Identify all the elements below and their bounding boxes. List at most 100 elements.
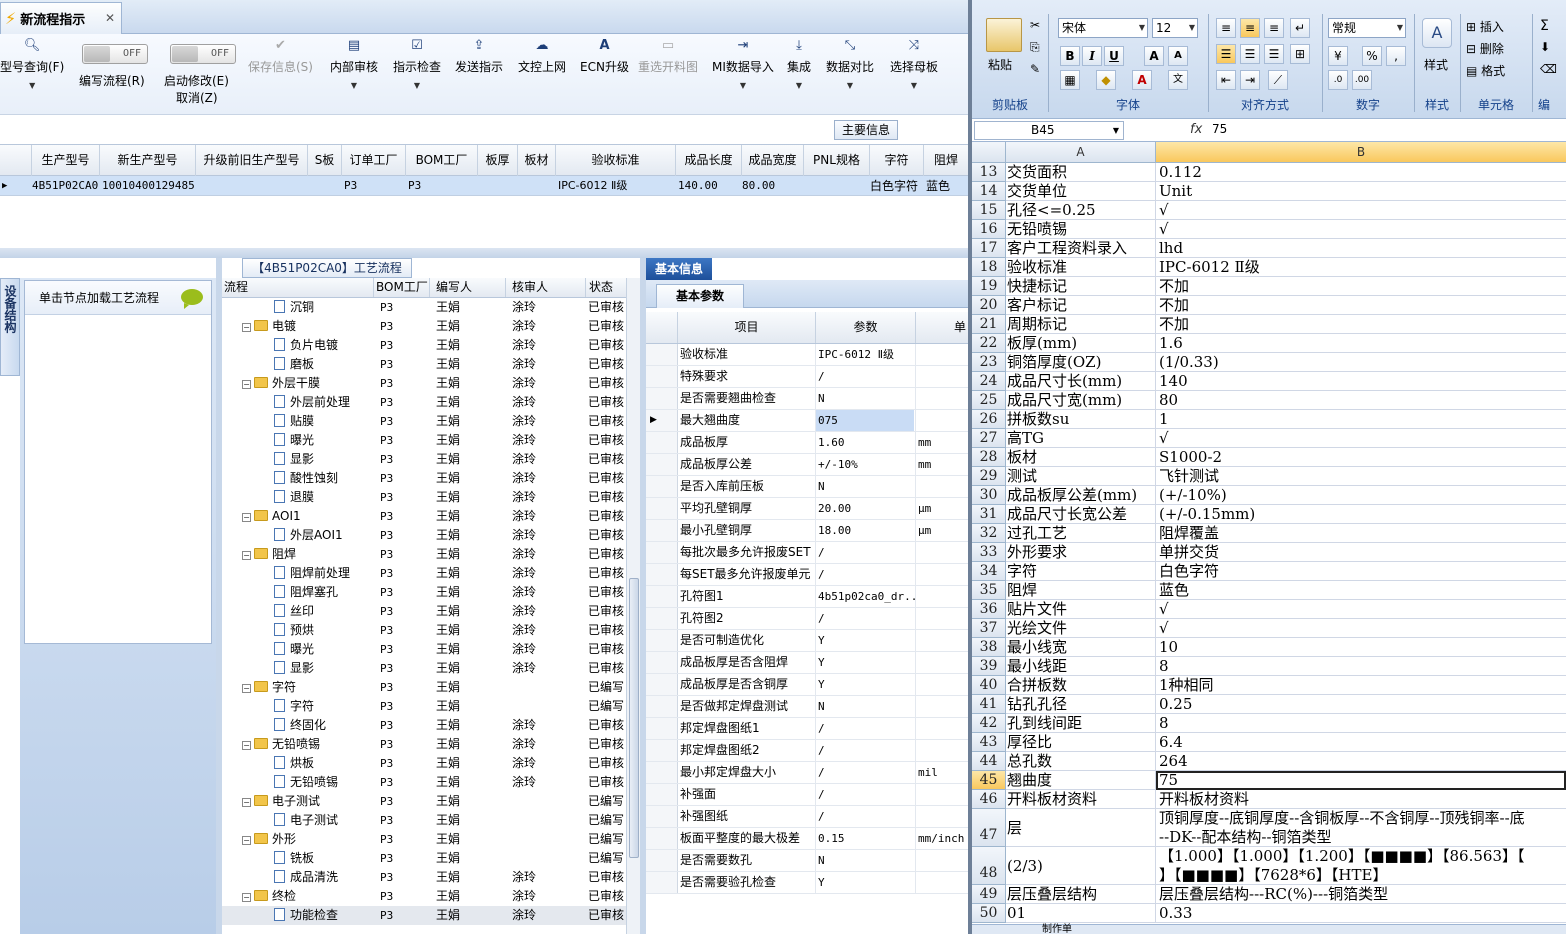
cell-a[interactable]: 翘曲度 xyxy=(1006,771,1156,790)
column-header-b[interactable]: B xyxy=(1156,142,1566,163)
table-cell[interactable] xyxy=(804,176,870,196)
fill-icon[interactable]: ⬇ xyxy=(1540,40,1550,54)
wrap-text-icon[interactable]: ↵ xyxy=(1290,18,1310,38)
flow-cell-bom[interactable]: P3 xyxy=(380,431,430,450)
increase-font-icon[interactable]: A xyxy=(1144,46,1164,66)
tree-row[interactable]: − 终检 P3 王娟 涂玲 已审核 xyxy=(222,887,626,906)
cell-a[interactable]: 合拼板数 xyxy=(1006,676,1156,695)
row-header[interactable]: 47 xyxy=(972,809,1006,847)
tree-row[interactable]: − 外层干膜 P3 王娟 涂玲 已审核 xyxy=(222,374,626,393)
column-header[interactable]: BOM工厂 xyxy=(374,278,430,297)
column-header[interactable]: 状态 xyxy=(586,278,626,297)
param-row[interactable]: 成品板厚公差 +/-10% mm xyxy=(646,454,968,476)
flow-cell-checker[interactable]: 涂玲 xyxy=(512,545,586,564)
param-value[interactable]: 0.15 xyxy=(816,828,916,849)
send-instruction-button[interactable]: ⇪ 发送指示 xyxy=(455,38,503,75)
flow-cell-bom[interactable]: P3 xyxy=(380,393,430,412)
tab-new-process[interactable]: ⚡ 新流程指示 ✕ xyxy=(0,2,122,34)
row-indicator[interactable] xyxy=(646,630,678,651)
flow-cell-writer[interactable]: 王娟 xyxy=(436,469,506,488)
collapse-toggle-icon[interactable]: − xyxy=(242,741,251,750)
flow-cell-status[interactable]: 已审核 xyxy=(588,317,626,336)
flow-cell-writer[interactable]: 王娟 xyxy=(436,526,506,545)
cell-a[interactable]: 最小线宽 xyxy=(1006,638,1156,657)
flow-cell-status[interactable]: 已审核 xyxy=(588,298,626,317)
close-icon[interactable]: ✕ xyxy=(105,11,115,25)
flow-cell-writer[interactable]: 王娟 xyxy=(436,450,506,469)
tree-node[interactable]: − 外形 xyxy=(242,830,374,849)
row-indicator[interactable] xyxy=(646,740,678,761)
flow-cell-bom[interactable]: P3 xyxy=(380,697,430,716)
flow-cell-checker[interactable]: 涂玲 xyxy=(512,716,586,735)
column-header[interactable]: 验收标准 xyxy=(556,145,676,176)
cell-b[interactable]: 不加 xyxy=(1156,315,1566,334)
dropdown-arrow-icon[interactable]: ▼ xyxy=(0,81,64,90)
param-value[interactable]: N xyxy=(816,388,916,409)
flow-cell-checker[interactable] xyxy=(512,697,586,716)
param-row[interactable]: 最小邦定焊盘大小 / mil xyxy=(646,762,968,784)
row-header[interactable]: 26 xyxy=(972,410,1006,429)
copy-icon[interactable]: ⎘ xyxy=(1030,40,1040,55)
flow-cell-checker[interactable]: 涂玲 xyxy=(512,469,586,488)
insert-function-button[interactable]: fx xyxy=(1190,122,1202,137)
flow-cell-writer[interactable]: 王娟 xyxy=(436,773,506,792)
param-row[interactable]: 每批次最多允许报废SET / xyxy=(646,542,968,564)
row-header[interactable]: 25 xyxy=(972,391,1006,410)
row-header[interactable]: 28 xyxy=(972,448,1006,467)
flow-cell-status[interactable]: 已编写 xyxy=(588,830,626,849)
font-size-select[interactable]: 12 ▼ xyxy=(1152,18,1198,38)
cell-b[interactable]: 1种相同 xyxy=(1156,676,1566,695)
flow-cell-status[interactable]: 已审核 xyxy=(588,735,626,754)
dropdown-arrow-icon[interactable]: ▼ xyxy=(393,81,441,90)
row-header[interactable]: 34 xyxy=(972,562,1006,581)
flow-cell-writer[interactable]: 王娟 xyxy=(436,355,506,374)
flow-cell-writer[interactable]: 王娟 xyxy=(436,887,506,906)
row-header[interactable]: 31 xyxy=(972,505,1006,524)
flow-cell-writer[interactable]: 王娟 xyxy=(436,716,506,735)
flow-cell-status[interactable]: 已编写 xyxy=(588,849,626,868)
mi-data-import-button[interactable]: ⇥ MI数据导入 ▼ xyxy=(712,38,774,90)
cell-a[interactable]: 拼板数su xyxy=(1006,410,1156,429)
clear-icon[interactable]: ⌫ xyxy=(1540,62,1557,76)
param-value[interactable]: / xyxy=(816,784,916,805)
row-header[interactable]: 41 xyxy=(972,695,1006,714)
flow-cell-bom[interactable]: P3 xyxy=(380,773,430,792)
param-row[interactable]: 成品板厚是否含阻焊 Y xyxy=(646,652,968,674)
tree-node[interactable]: 贴膜 xyxy=(274,412,374,431)
flow-cell-writer[interactable]: 王娟 xyxy=(436,431,506,450)
cell-b[interactable]: √ xyxy=(1156,201,1566,220)
fill-color-icon[interactable]: ◆ xyxy=(1096,70,1116,90)
tree-row[interactable]: 阻焊前处理 P3 王娟 涂玲 已审核 xyxy=(222,564,626,583)
param-value[interactable]: / xyxy=(816,718,916,739)
row-indicator[interactable] xyxy=(646,806,678,827)
tree-row[interactable]: − 阻焊 P3 王娟 涂玲 已审核 xyxy=(222,545,626,564)
table-cell[interactable]: 140.00 xyxy=(678,176,742,196)
flow-cell-bom[interactable]: P3 xyxy=(380,526,430,545)
row-indicator[interactable] xyxy=(646,432,678,453)
row-indicator[interactable] xyxy=(646,696,678,717)
tree-row[interactable]: 电子测试 P3 王娟 已编写 xyxy=(222,811,626,830)
row-indicator[interactable] xyxy=(646,520,678,541)
cell-a[interactable]: 钻孔孔径 xyxy=(1006,695,1156,714)
param-row[interactable]: 是否需要翘曲检查 N xyxy=(646,388,968,410)
row-header[interactable]: 29 xyxy=(972,467,1006,486)
cell-a[interactable]: 层压叠层结构 xyxy=(1006,885,1156,904)
param-value[interactable]: / xyxy=(816,542,916,563)
flow-cell-checker[interactable]: 涂玲 xyxy=(512,336,586,355)
cell-a[interactable]: 层 xyxy=(1006,809,1156,847)
table-cell[interactable]: P3 xyxy=(344,176,406,196)
cell-b[interactable]: √ xyxy=(1156,220,1566,239)
row-indicator[interactable] xyxy=(646,850,678,871)
row-indicator[interactable] xyxy=(646,586,678,607)
cell-b[interactable]: 开料板材资料 xyxy=(1156,790,1566,809)
tree-node[interactable]: 功能检查 xyxy=(274,906,374,925)
cell-a[interactable]: 客户工程资料录入 xyxy=(1006,239,1156,258)
percent-icon[interactable]: % xyxy=(1362,46,1382,66)
flow-cell-bom[interactable]: P3 xyxy=(380,906,430,925)
column-header[interactable]: BOM工厂 xyxy=(406,145,478,176)
param-row[interactable]: 是否可制造优化 Y xyxy=(646,630,968,652)
integrate-button[interactable]: ⤓ 集成 ▼ xyxy=(787,38,811,90)
flow-cell-status[interactable]: 已审核 xyxy=(588,431,626,450)
flow-cell-bom[interactable]: P3 xyxy=(380,355,430,374)
flow-cell-checker[interactable]: 涂玲 xyxy=(512,526,586,545)
